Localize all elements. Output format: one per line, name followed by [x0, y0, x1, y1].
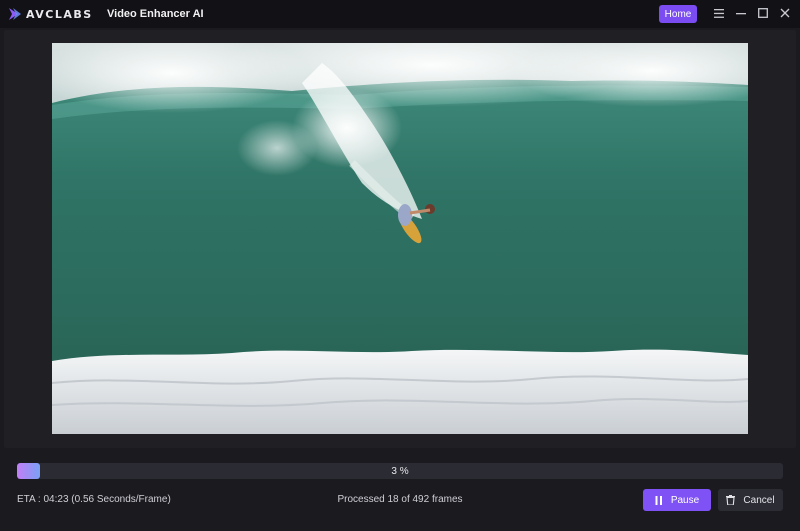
- menu-icon[interactable]: [712, 6, 726, 20]
- cancel-label: Cancel: [743, 494, 775, 506]
- minimize-icon[interactable]: [734, 6, 748, 20]
- avclabs-logo-icon: [9, 8, 21, 20]
- cancel-button[interactable]: Cancel: [718, 489, 783, 511]
- trash-icon: [726, 495, 736, 505]
- close-icon[interactable]: [778, 6, 792, 20]
- home-button[interactable]: Home: [659, 5, 697, 23]
- pause-label: Pause: [670, 494, 700, 506]
- maximize-icon[interactable]: [756, 6, 770, 20]
- pause-button[interactable]: Pause: [643, 489, 711, 511]
- surf-wave-image: [52, 43, 748, 434]
- pause-icon: [655, 495, 663, 505]
- app-title: Video Enhancer AI: [107, 8, 204, 20]
- progress-percent: 3 %: [391, 465, 409, 477]
- video-preview: [52, 43, 748, 434]
- eta-text: ETA : 04:23 (0.56 Seconds/Frame): [17, 494, 171, 505]
- brand-name: AVCLABS: [26, 8, 93, 21]
- progress-bar: 3 %: [17, 463, 783, 479]
- title-bar: AVCLABS Video Enhancer AI Home: [0, 0, 800, 28]
